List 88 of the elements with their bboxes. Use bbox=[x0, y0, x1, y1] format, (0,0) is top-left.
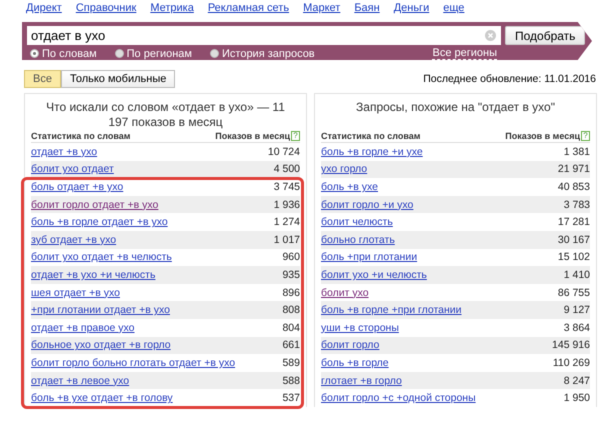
nav-link[interactable]: Справочник bbox=[76, 2, 136, 22]
keyword-link[interactable]: отдает +в левое ухо bbox=[31, 374, 130, 387]
keyword-link[interactable]: отдает +в ухо +и челюсть bbox=[31, 268, 156, 281]
radio-button[interactable] bbox=[30, 49, 39, 58]
impressions-count: 86 755 bbox=[558, 286, 590, 299]
column-header: Показов в месяц bbox=[505, 131, 580, 141]
filter-tab[interactable]: Только мобильные bbox=[60, 70, 176, 88]
impressions-count: 40 853 bbox=[558, 180, 590, 193]
impressions-count: 935 bbox=[282, 268, 300, 281]
keyword-link[interactable]: болит челюсть bbox=[321, 216, 393, 228]
impressions-count: 17 281 bbox=[558, 216, 590, 228]
keyword-link[interactable]: боль +в горле +при глотании bbox=[321, 304, 462, 316]
impressions-count: 15 102 bbox=[558, 251, 590, 264]
keyword-link[interactable]: уши +в стороны bbox=[321, 322, 399, 334]
nav-link[interactable]: еще bbox=[443, 2, 464, 22]
impressions-count: 4 500 bbox=[274, 163, 300, 176]
keyword-link[interactable]: боль +в ухе отдает +в голову bbox=[31, 392, 173, 404]
keyword-link[interactable]: больное ухо отдает +в горло bbox=[31, 339, 171, 352]
nav-link[interactable]: Метрика bbox=[150, 2, 194, 22]
impressions-count: 1 381 bbox=[564, 146, 590, 158]
help-button[interactable]: ? bbox=[291, 131, 300, 141]
impressions-count: 896 bbox=[282, 286, 300, 299]
impressions-count: 960 bbox=[282, 251, 300, 264]
column-header: Статистика по словам bbox=[31, 131, 130, 141]
nav-link[interactable]: Рекламная сеть bbox=[208, 2, 290, 22]
keyword-link[interactable]: болит горло +и ухо bbox=[321, 198, 414, 211]
nav-link[interactable]: Маркет bbox=[303, 2, 340, 22]
keyword-link[interactable]: болит горло +с +одной стороны bbox=[321, 392, 476, 404]
impressions-count: 9 127 bbox=[564, 304, 590, 316]
impressions-count: 537 bbox=[282, 392, 300, 404]
impressions-count: 1 410 bbox=[564, 268, 590, 281]
impressions-count: 804 bbox=[282, 322, 300, 334]
panel-title: Что искали со словом «отдает в ухо» — 11 197 показов в месяц bbox=[45, 99, 286, 130]
impressions-count: 145 916 bbox=[552, 339, 590, 352]
keyword-link[interactable]: шея отдает +в ухо bbox=[31, 286, 120, 299]
help-button[interactable]: ? bbox=[581, 131, 590, 141]
impressions-count: 8 247 bbox=[564, 374, 590, 387]
radio-label[interactable]: По словам bbox=[42, 48, 97, 60]
impressions-count: 1 950 bbox=[564, 392, 590, 404]
impressions-count: 1 017 bbox=[274, 234, 300, 246]
keyword-link[interactable]: ухо горло bbox=[321, 163, 368, 176]
keyword-link[interactable]: +при глотании отдает +в ухо bbox=[31, 304, 170, 316]
nav-link[interactable]: Баян bbox=[354, 2, 380, 22]
radio-button[interactable] bbox=[210, 49, 219, 58]
keyword-link[interactable]: глотает +в горло bbox=[321, 374, 402, 387]
impressions-count: 808 bbox=[282, 304, 300, 316]
keyword-link[interactable]: болит горло bbox=[321, 339, 380, 352]
impressions-count: 1 936 bbox=[274, 198, 300, 211]
impressions-count: 3 783 bbox=[564, 198, 590, 211]
search-field[interactable]: отдает в ухо bbox=[27, 26, 501, 45]
keyword-link[interactable]: болит горло больно глотать отдает +в ухо bbox=[31, 356, 236, 369]
regions-link[interactable]: Все регионы bbox=[432, 47, 497, 60]
keyword-link[interactable]: отдает +в правое ухо bbox=[31, 322, 135, 334]
keyword-link[interactable]: болит горло отдает +в ухо bbox=[31, 198, 158, 211]
keyword-link[interactable]: болит ухо отдает bbox=[31, 163, 114, 176]
impressions-count: 110 269 bbox=[552, 356, 590, 369]
impressions-count: 661 bbox=[282, 339, 300, 352]
impressions-count: 3 864 bbox=[564, 322, 590, 334]
keyword-link[interactable]: боль отдает +в ухо bbox=[31, 180, 124, 193]
keyword-link[interactable]: боль +в горле +и ухе bbox=[321, 146, 423, 158]
impressions-count: 10 724 bbox=[268, 146, 300, 158]
keyword-link[interactable]: отдает +в ухо bbox=[31, 146, 98, 158]
impressions-count: 30 167 bbox=[558, 234, 590, 246]
keyword-link[interactable]: боль +в горле отдает +в ухо bbox=[31, 216, 168, 228]
last-update-text: Последнее обновление: 11.01.2016 bbox=[423, 73, 596, 85]
column-header: Статистика по словам bbox=[321, 131, 420, 141]
keyword-link[interactable]: боль +при глотании bbox=[321, 251, 418, 264]
radio-button[interactable] bbox=[114, 49, 124, 58]
filter-tab[interactable]: Все bbox=[24, 70, 61, 88]
radio-label[interactable]: История запросов bbox=[222, 48, 315, 60]
search-button[interactable]: Подобрать bbox=[505, 26, 586, 45]
keyword-link[interactable]: болит ухо +и челюсть bbox=[321, 268, 427, 281]
impressions-count: 588 bbox=[282, 374, 300, 387]
keyword-link[interactable]: зуб отдает +в ухо bbox=[31, 234, 116, 246]
keyword-link[interactable]: болит ухо отдает +в челюсть bbox=[31, 251, 172, 264]
impressions-count: 1 274 bbox=[274, 216, 300, 228]
impressions-count: 589 bbox=[282, 356, 300, 369]
impressions-count: 21 971 bbox=[558, 163, 590, 176]
keyword-link[interactable]: боль +в горле bbox=[321, 356, 389, 369]
keyword-link[interactable]: болит ухо bbox=[321, 286, 369, 299]
panel-title: Запросы, похожие на "отдает в ухо" bbox=[355, 99, 556, 116]
keyword-link[interactable]: больно глотать bbox=[321, 234, 395, 246]
column-header: Показов в месяц bbox=[215, 131, 290, 141]
radio-label[interactable]: По регионам bbox=[126, 48, 192, 60]
nav-link[interactable]: Деньги bbox=[394, 2, 430, 22]
keyword-link[interactable]: боль +в ухе bbox=[321, 180, 378, 193]
impressions-count: 3 745 bbox=[274, 180, 300, 193]
nav-link[interactable]: Директ bbox=[26, 2, 62, 22]
